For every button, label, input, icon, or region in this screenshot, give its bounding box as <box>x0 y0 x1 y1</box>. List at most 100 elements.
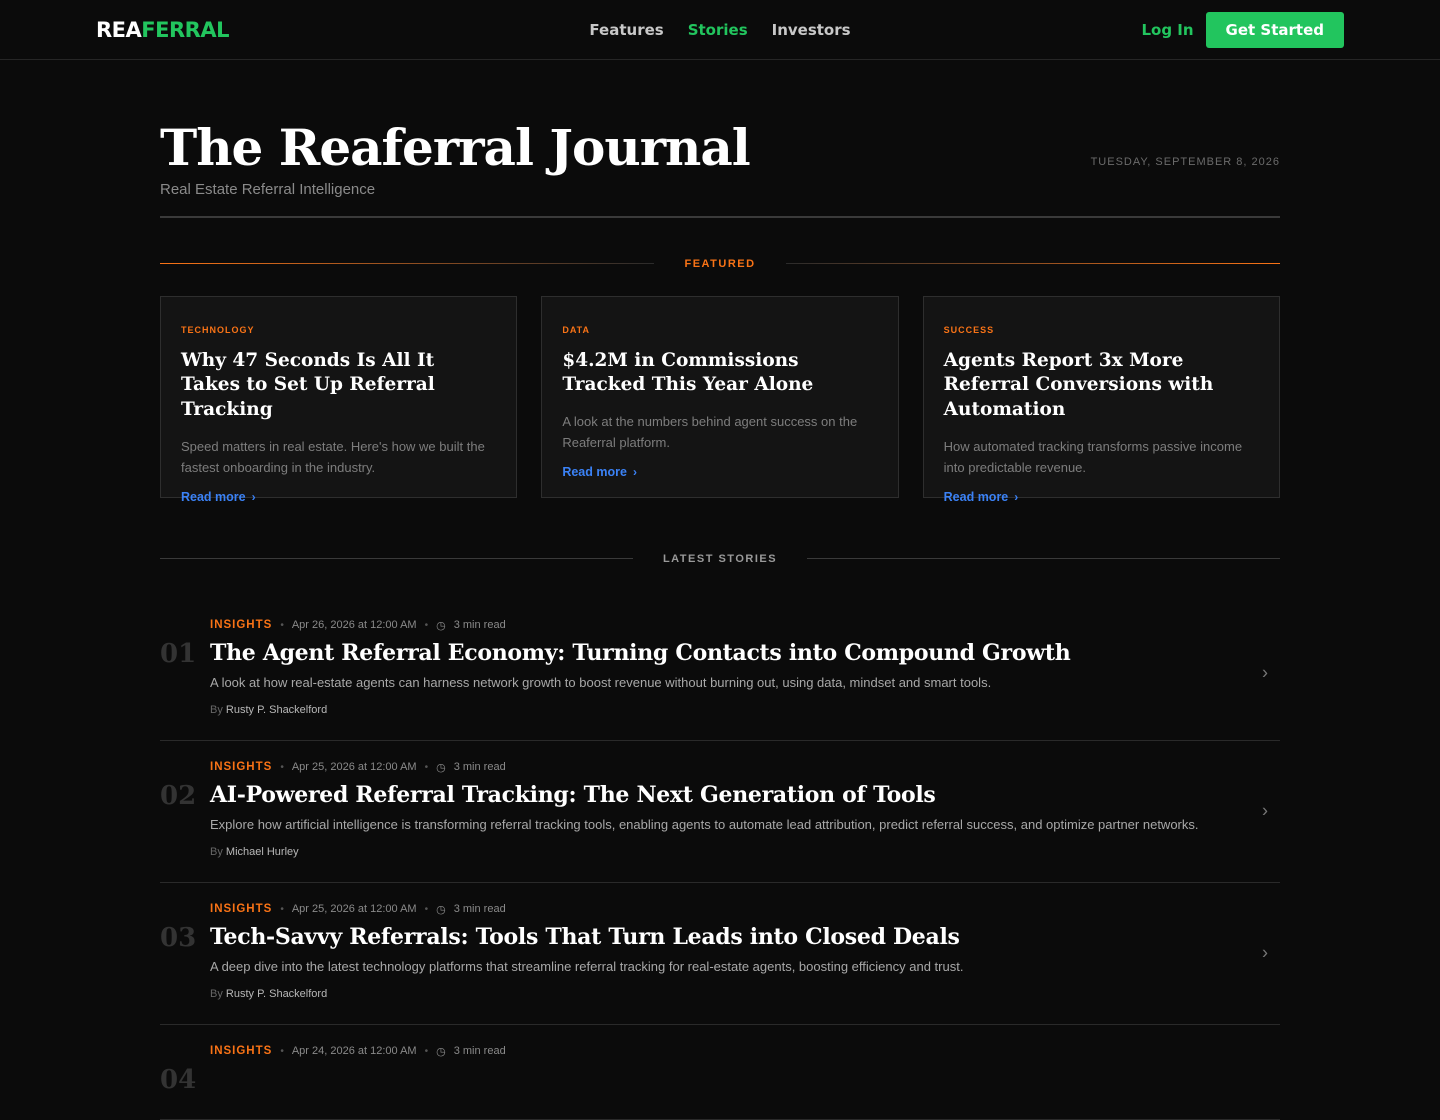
card-description: How automated tracking transforms passiv… <box>943 439 1243 475</box>
story-row[interactable]: 04 INSIGHTS • Apr 24, 2026 at 12:00 AM •… <box>160 1025 1280 1120</box>
featured-divider: FEATURED <box>160 257 1281 270</box>
story-title[interactable]: Tech-Savvy Referrals: Tools That Turn Le… <box>210 924 1220 950</box>
byline-prefix: By <box>210 987 223 1000</box>
page-subtitle: Real Estate Referral Intelligence <box>160 180 376 198</box>
page-title: The Reaferral Journal <box>160 118 751 177</box>
story-date: Apr 25, 2026 at 12:00 AM <box>291 761 417 773</box>
clock-icon: ◷ <box>436 1045 446 1058</box>
logo[interactable]: REAFERRAL <box>96 18 229 42</box>
read-more-label: Read more <box>181 489 246 504</box>
story-category: INSIGHTS <box>210 903 273 915</box>
story-byline: By Rusty P. Shackelford <box>210 988 1220 1000</box>
meta-separator: • <box>424 1045 429 1057</box>
chevron-right-icon[interactable]: › <box>1262 801 1268 822</box>
featured-cards: TECHNOLOGY Why 47 Seconds Is All It Take… <box>160 295 1280 504</box>
read-more-label: Read more <box>943 489 1009 504</box>
story-title[interactable]: AI-Powered Referral Tracking: The Next G… <box>210 782 1220 808</box>
divider-line <box>160 558 633 559</box>
get-started-button[interactable]: Get Started <box>1205 11 1344 48</box>
login-link[interactable]: Log In <box>1141 21 1193 39</box>
meta-separator: • <box>280 761 284 773</box>
card-title[interactable]: Why 47 Seconds Is All It Takes to Set Up… <box>181 349 496 424</box>
featured-label: FEATURED <box>684 257 756 270</box>
masthead: The Reaferral Journal Real Estate Referr… <box>160 60 1280 218</box>
story-date: Apr 25, 2026 at 12:00 AM <box>291 903 417 915</box>
top-nav: REAFERRAL Features Stories Investors Log… <box>0 0 1440 60</box>
nav-actions: Log In Get Started <box>1141 11 1344 48</box>
featured-card[interactable]: DATA $4.2M in Commissions Tracked This Y… <box>541 295 899 498</box>
meta-separator: • <box>280 1045 284 1057</box>
story-category: INSIGHTS <box>210 619 273 631</box>
dateline: TUESDAY, SEPTEMBER 8, 2026 <box>1090 155 1280 168</box>
clock-icon: ◷ <box>436 761 446 774</box>
nav-link-stories[interactable]: Stories <box>688 21 748 39</box>
story-meta: INSIGHTS • Apr 25, 2026 at 12:00 AM • ◷ … <box>210 903 1220 916</box>
card-category: TECHNOLOGY <box>181 324 255 335</box>
story-description: A deep dive into the latest technology p… <box>210 958 964 974</box>
story-list: 01 INSIGHTS • Apr 26, 2026 at 12:00 AM •… <box>160 607 1280 1120</box>
chevron-right-icon[interactable]: › <box>1262 943 1268 964</box>
story-row[interactable]: 01 INSIGHTS • Apr 26, 2026 at 12:00 AM •… <box>160 607 1280 741</box>
byline-prefix: By <box>210 703 223 716</box>
card-category: DATA <box>562 324 590 335</box>
read-more-link[interactable]: Read more › <box>562 465 637 479</box>
chevron-right-icon: › <box>632 464 637 479</box>
clock-icon: ◷ <box>436 619 446 632</box>
journal-main: The Reaferral Journal Real Estate Referr… <box>160 60 1281 1120</box>
story-row[interactable]: 02 INSIGHTS • Apr 25, 2026 at 12:00 AM •… <box>160 741 1280 883</box>
story-meta: INSIGHTS • Apr 24, 2026 at 12:00 AM • ◷ … <box>210 1045 1220 1058</box>
meta-separator: • <box>280 903 284 915</box>
latest-label: LATEST STORIES <box>662 552 778 565</box>
card-title[interactable]: Agents Report 3x More Referral Conversio… <box>944 349 1259 424</box>
card-category: SUCCESS <box>943 324 995 335</box>
chevron-right-icon[interactable]: › <box>1262 663 1268 684</box>
latest-divider: LATEST STORIES <box>160 552 1281 565</box>
story-meta: INSIGHTS • Apr 25, 2026 at 12:00 AM • ◷ … <box>210 761 1220 774</box>
card-description: A look at the numbers behind agent succe… <box>562 414 858 450</box>
story-body: INSIGHTS • Apr 25, 2026 at 12:00 AM • ◷ … <box>210 903 1280 1000</box>
story-body: INSIGHTS • Apr 26, 2026 at 12:00 AM • ◷ … <box>210 619 1280 716</box>
divider-line <box>785 263 1281 264</box>
story-body: INSIGHTS • Apr 25, 2026 at 12:00 AM • ◷ … <box>210 761 1280 858</box>
story-category: INSIGHTS <box>210 761 273 773</box>
chevron-right-icon: › <box>251 489 256 504</box>
meta-separator: • <box>424 761 429 773</box>
story-byline: By Michael Hurley <box>210 846 1220 858</box>
clock-icon: ◷ <box>436 903 446 916</box>
story-number: 03 <box>160 922 197 953</box>
read-more-label: Read more <box>562 464 627 479</box>
story-read-time: 3 min read <box>453 1045 506 1057</box>
read-more-link[interactable]: Read more › <box>181 490 256 504</box>
nav-link-investors[interactable]: Investors <box>772 21 851 39</box>
story-row[interactable]: 03 INSIGHTS • Apr 25, 2026 at 12:00 AM •… <box>160 883 1280 1025</box>
chevron-right-icon: › <box>1014 489 1019 504</box>
meta-separator: • <box>424 903 429 915</box>
story-meta: INSIGHTS • Apr 26, 2026 at 12:00 AM • ◷ … <box>210 619 1220 632</box>
story-author[interactable]: Michael Hurley <box>226 846 299 858</box>
story-date: Apr 26, 2026 at 12:00 AM <box>291 619 417 631</box>
story-number: 04 <box>160 1064 197 1095</box>
read-more-link[interactable]: Read more › <box>944 490 1019 504</box>
meta-separator: • <box>280 619 284 631</box>
logo-text-ferral: FERRAL <box>141 17 229 42</box>
story-read-time: 3 min read <box>453 903 506 915</box>
card-description: Speed matters in real estate. Here's how… <box>181 439 485 475</box>
featured-card[interactable]: TECHNOLOGY Why 47 Seconds Is All It Take… <box>160 295 518 504</box>
featured-card[interactable]: SUCCESS Agents Report 3x More Referral C… <box>922 295 1280 504</box>
nav-link-features[interactable]: Features <box>589 21 663 39</box>
story-description: A look at how real-estate agents can har… <box>210 674 992 690</box>
story-read-time: 3 min read <box>453 619 506 631</box>
story-category: INSIGHTS <box>210 1045 273 1057</box>
byline-prefix: By <box>210 845 223 858</box>
story-description: Explore how artificial intelligence is t… <box>210 816 1199 832</box>
logo-text-rea: REA <box>96 17 142 42</box>
divider-line <box>160 263 655 264</box>
divider-line <box>807 558 1281 559</box>
story-author[interactable]: Rusty P. Shackelford <box>226 704 327 716</box>
story-number: 02 <box>160 780 197 811</box>
story-author[interactable]: Rusty P. Shackelford <box>226 988 327 1000</box>
card-title[interactable]: $4.2M in Commissions Tracked This Year A… <box>562 349 877 399</box>
story-byline: By Rusty P. Shackelford <box>210 704 1220 716</box>
story-date: Apr 24, 2026 at 12:00 AM <box>291 1045 417 1057</box>
story-title[interactable]: The Agent Referral Economy: Turning Cont… <box>210 640 1220 666</box>
